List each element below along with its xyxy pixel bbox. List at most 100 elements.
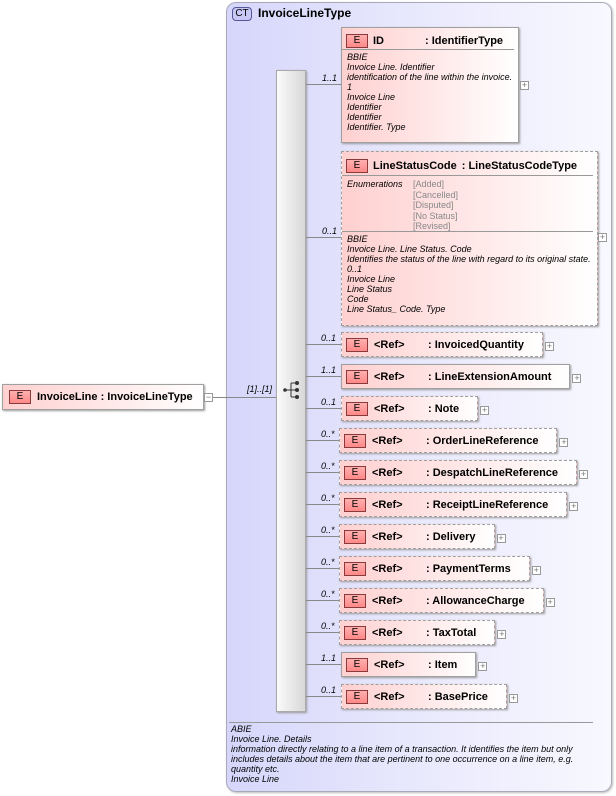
ref-element-box[interactable]: E <Ref> : LineExtensionAmount + [341,364,582,389]
enumeration-value: [Revised] [413,221,451,231]
sequence-icon [283,381,299,399]
ref-element-box[interactable]: E <Ref> : BasePrice + [341,684,518,709]
connector-line [306,376,341,377]
element-badge: E [346,401,368,416]
ref-element-box[interactable]: E <Ref> : Delivery + [339,524,506,549]
doc-line: includes details about the item that are… [231,754,574,764]
cardinality-label: 0..* [321,461,335,471]
ref-element-name: : TaxTotal [426,626,477,639]
element-badge: E [346,369,368,384]
ref-label: <Ref> [374,690,405,703]
ref-element-box[interactable]: E <Ref> : AllowanceCharge + [339,588,555,613]
ref-element-box[interactable]: E <Ref> : Item + [341,652,488,677]
expand-toggle[interactable]: + [598,233,607,242]
element-type: : IdentifierType [425,34,504,47]
element-box-line-status-code[interactable]: E LineStatusCode : LineStatusCodeType En… [341,151,598,326]
complex-type-title: InvoiceLineType [258,6,352,20]
expand-toggle[interactable]: + [497,630,507,639]
connector-line [306,600,339,601]
ref-element-name: : InvoicedQuantity [428,338,524,351]
ref-element-box[interactable]: E <Ref> : TaxTotal + [339,620,507,645]
doc-line: identification of the line within the in… [347,72,513,82]
connector-line [306,664,341,665]
ref-element-name: : AllowanceCharge [426,594,525,607]
doc-line: Invoice Line. Identifier [347,62,435,72]
expand-toggle[interactable]: + [496,534,506,543]
doc-line: Line Status_ Code. Type [347,304,446,314]
ref-element-box[interactable]: E <Ref> : ReceiptLineReference + [339,492,579,517]
expand-toggle[interactable]: + [544,342,554,351]
connector-line [306,84,341,85]
doc-line: Code [347,294,369,304]
collapse-toggle[interactable]: − [204,393,213,402]
expand-toggle[interactable]: + [569,502,579,511]
ref-element-box[interactable]: E <Ref> : PaymentTerms + [339,556,541,581]
annotation-divider [229,722,593,723]
element-name: ID [373,34,384,47]
element-badge: E [344,561,366,576]
connector-line [306,440,339,441]
expand-toggle[interactable]: + [579,470,589,479]
expand-toggle[interactable]: + [508,694,518,703]
cardinality-label: 0..1 [321,685,337,695]
ref-label: <Ref> [372,498,403,511]
enumeration-value: [Disputed] [413,200,454,210]
ref-element-name: : OrderLineReference [426,434,539,447]
doc-line: Invoice Line [231,774,280,784]
doc-line: Identifier [347,102,382,112]
element-box-id[interactable]: E ID : IdentifierType BBIE Invoice Line. … [341,27,519,143]
expand-toggle[interactable]: + [478,662,488,671]
cardinality-label: 1..1 [321,365,337,375]
connector-line [306,504,339,505]
ref-label: <Ref> [372,530,403,543]
ref-element-name: : ReceiptLineReference [426,498,549,511]
element-badge: E [344,529,366,544]
expand-toggle[interactable]: + [545,598,555,607]
ref-element-name: : Note [428,402,460,415]
enumeration-value: [Cancelled] [413,189,459,200]
expand-toggle[interactable]: + [559,438,569,447]
ref-element-name: : LineExtensionAmount [428,370,552,383]
cardinality-label: 0..1 [321,333,337,343]
element-badge: E [344,497,366,512]
root-element-box[interactable]: E InvoiceLine : InvoiceLineType [2,384,204,410]
ref-label: <Ref> [374,658,405,671]
ref-element-name: : Item [428,658,458,671]
enumeration-value: [Added] [413,179,445,189]
element-badge: E [344,625,366,640]
expand-toggle[interactable]: + [480,406,490,415]
enumeration-value: [No Status] [413,210,458,221]
cardinality-label: 0..1 [321,397,337,407]
ref-element-box[interactable]: E <Ref> : Note + [341,396,490,421]
cardinality-label: 0..* [321,621,335,631]
ref-element-box[interactable]: E <Ref> : DespatchLineReference + [339,460,589,485]
expand-toggle[interactable]: + [531,566,541,575]
ref-label: <Ref> [372,562,403,575]
doc-line: 1 [347,82,353,92]
element-documentation: BBIE Invoice Line. Identifier identificati… [342,50,518,134]
doc-line: Invoice Line. Line Status. Code [347,244,472,254]
doc-line: Invoice Line. Details [231,734,312,744]
cardinality-label: 1..1 [321,653,337,663]
expand-toggle[interactable]: + [572,374,582,383]
type-annotation: ABIE Invoice Line. Details information dir… [231,724,573,784]
connector-line [213,397,276,398]
cardinality-label: 0..* [321,557,335,567]
doc-line: BBIE [347,234,368,244]
doc-line: information directly relating to a line … [231,744,573,754]
ref-label: <Ref> [372,594,403,607]
connector-line [306,632,339,633]
element-badge: E [346,158,368,173]
element-badge: E [346,33,368,48]
ref-label: <Ref> [374,370,405,383]
root-multiplicity: [1]..[1] [247,384,273,394]
ref-element-box[interactable]: E <Ref> : InvoicedQuantity + [341,332,554,357]
element-badge: E [344,465,366,480]
root-element-label: InvoiceLine : InvoiceLineType [37,391,193,403]
doc-line: Identifies the status of the line with r… [347,254,591,264]
element-name: LineStatusCode [373,159,457,172]
ref-element-box[interactable]: E <Ref> : OrderLineReference + [339,428,569,453]
element-documentation: BBIE Invoice Line. Line Status. Code Ident… [342,232,597,316]
expand-toggle[interactable]: + [520,81,529,90]
connector-line [306,696,341,697]
